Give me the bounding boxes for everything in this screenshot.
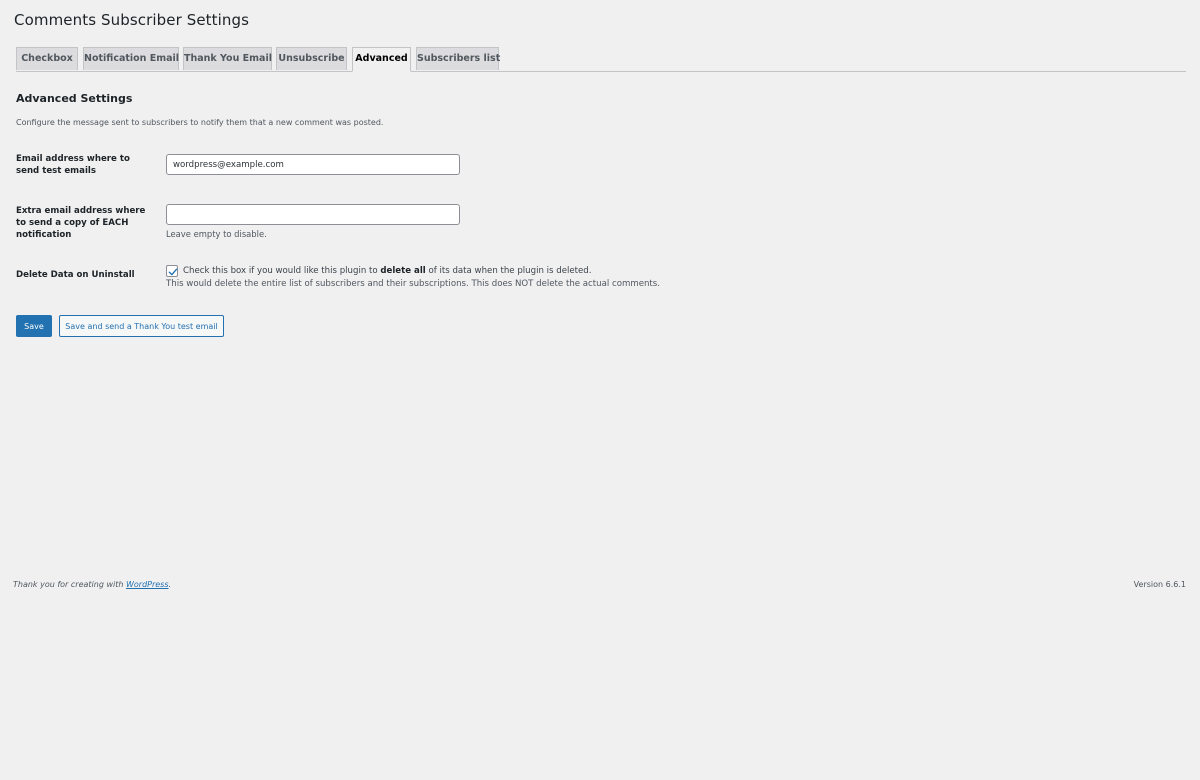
delete-data-check-text: Check this box if you would like this pl… [183, 266, 592, 276]
delete-data-description: This would delete the entire list of sub… [166, 279, 661, 289]
test-email-input[interactable] [166, 154, 460, 175]
checkmark-icon [168, 268, 178, 276]
delete-data-label: Delete Data on Uninstall [16, 270, 135, 280]
tab-unsubscribe[interactable]: Unsubscribe [276, 47, 347, 70]
test-email-label: Email address where to send test emails [16, 154, 130, 176]
footer-thanks: Thank you for creating with WordPress. [13, 580, 172, 589]
settings-page: Comments Subscriber Settings Checkbox No… [0, 0, 1200, 780]
footer-version: Version 6.6.1 [1133, 580, 1186, 589]
delete-all-emphasis: delete all [380, 266, 426, 276]
tab-thank-you-email[interactable]: Thank You Email [183, 47, 272, 70]
tab-subscribers-list[interactable]: Subscribers list [416, 47, 500, 70]
delete-data-checkbox[interactable] [166, 265, 178, 277]
tab-notification-email[interactable]: Notification Email [83, 47, 179, 70]
extra-email-help: Leave empty to disable. [166, 229, 267, 239]
tab-bar: Checkbox Notification Email Thank You Em… [16, 47, 1186, 72]
save-button[interactable]: Save [16, 315, 52, 337]
tab-advanced[interactable]: Advanced [352, 47, 411, 72]
page-title: Comments Subscriber Settings [14, 11, 250, 29]
section-title: Advanced Settings [16, 92, 133, 105]
extra-email-label: Extra email address where to send a copy… [16, 206, 146, 240]
save-send-test-email-button[interactable]: Save and send a Thank You test email [59, 315, 224, 337]
wordpress-link[interactable]: WordPress [126, 580, 169, 589]
section-description: Configure the message sent to subscriber… [16, 118, 384, 127]
extra-email-input[interactable] [166, 204, 460, 225]
tab-checkbox[interactable]: Checkbox [16, 47, 78, 70]
